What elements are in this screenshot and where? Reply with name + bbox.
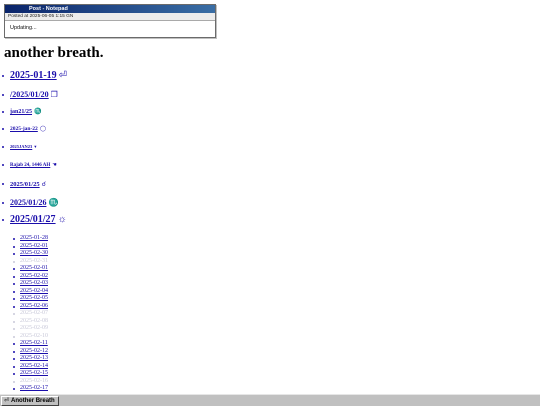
archive-link[interactable]: 2025-02-06 [20, 303, 48, 309]
post-item[interactable]: /2025/01/20 ❐ [2, 90, 58, 99]
archive-item[interactable]: 2025-02-15 [13, 370, 48, 378]
taskbar-button-label: Another Breath [11, 398, 55, 404]
archive-item[interactable]: 2025-02-07 [13, 310, 48, 318]
archive-item[interactable]: 2025-02-17 [13, 385, 48, 393]
notepad-window[interactable]: Post - Notepad Posted at 2025-06-05 1:15… [4, 4, 216, 38]
post-link[interactable]: 2025/01/27 [10, 214, 56, 225]
archive-item[interactable]: 2025-02-31 [13, 258, 48, 266]
archive-item[interactable]: 2025-02-13 [13, 355, 48, 363]
archive-item[interactable]: 2025-02-02 [13, 273, 48, 281]
archive-link[interactable]: 2025-02-01 [20, 243, 48, 249]
archive-item[interactable]: 2025-02-16 [13, 378, 48, 386]
return-icon: ⏎ [4, 398, 10, 404]
post-item[interactable]: 2025/01/25 ☌ [2, 180, 46, 188]
archive-link[interactable]: 2025-02-08 [20, 318, 48, 324]
post-item[interactable]: 2025-01-19 ⏎ [1, 70, 68, 81]
circle-icon: ◯ [39, 126, 46, 132]
post-link[interactable]: 2025-01-19 [10, 70, 57, 81]
post-link[interactable]: 2025/01/26 [10, 198, 46, 207]
archive-item[interactable]: 2025-02-06 [13, 303, 48, 311]
conjunction-icon: ☌ [41, 181, 46, 188]
archive-item[interactable]: 2025-02-08 [13, 318, 48, 326]
post-item[interactable]: 2025-jan-22 ◯ [2, 126, 46, 132]
archive-link[interactable]: 2025-02-13 [20, 355, 48, 361]
archive-link[interactable]: 2025-02-17 [20, 385, 48, 391]
archive-link[interactable]: 2025-02-11 [20, 340, 48, 346]
archive-link[interactable]: 2025-02-10 [20, 333, 48, 339]
archive-link[interactable]: 2025-01-28 [20, 235, 48, 241]
taskbar: ⏎ Another Breath [0, 394, 540, 406]
archive-link[interactable]: 2025-02-04 [20, 288, 48, 294]
archive-link[interactable]: 2025-02-07 [20, 310, 48, 316]
archive-item[interactable]: 2025-02-04 [13, 288, 48, 296]
archive-link[interactable]: 2025-02-31 [20, 258, 48, 264]
archive-link[interactable]: 2025-02-12 [20, 348, 48, 354]
archive-link[interactable]: 2025-02-03 [20, 280, 48, 286]
archive-link[interactable]: 2025-02-09 [20, 325, 48, 331]
return-icon: ⏎ [58, 70, 68, 81]
archive-link[interactable]: 2025-02-01 [20, 265, 48, 271]
archive-item[interactable]: 2025-02-01 [13, 265, 48, 273]
post-link[interactable]: 2025/01/25 [10, 181, 40, 188]
triangle-down-icon: ▾ [34, 144, 37, 149]
post-item[interactable]: jan21/25 ♏ [2, 108, 42, 115]
archive-item[interactable]: 2025-02-05 [13, 295, 48, 303]
post-link[interactable]: jan21/25 [10, 109, 32, 115]
archive-link[interactable]: 2025-02-16 [20, 378, 48, 384]
post-item[interactable]: 2025JAN23 ▾ [2, 144, 37, 150]
archive-item[interactable]: 2025-02-03 [13, 280, 48, 288]
archive-item[interactable]: 2025-02-10 [13, 333, 48, 341]
post-item[interactable]: 2025/01/26 ♏ [1, 198, 59, 207]
notepad-title-bar[interactable]: Post - Notepad [5, 5, 215, 13]
archive-item[interactable]: 2025-02-01 [13, 243, 48, 251]
post-item[interactable]: 2025/01/27 ☼ [2, 214, 67, 225]
post-link[interactable]: /2025/01/20 [10, 90, 49, 99]
archive-item[interactable]: 2025-02-14 [13, 363, 48, 371]
archive-link[interactable]: 2025-02-02 [20, 273, 48, 279]
archive-item[interactable]: 2025-02-30 [13, 250, 48, 258]
archive-link[interactable]: 2025-02-14 [20, 363, 48, 369]
hand-icon: ☚ [52, 163, 57, 168]
window-icon: ❐ [50, 90, 58, 99]
posted-at-bar: Posted at 2025-06-05 1:15 GN [5, 13, 215, 21]
archive-item[interactable]: 2025-02-09 [13, 325, 48, 333]
post-link[interactable]: Rajab 24, 1446 AH [10, 163, 50, 168]
scorpio-icon: ♏ [34, 109, 42, 115]
page-title: another breath. [4, 45, 104, 61]
archive-link[interactable]: 2025-02-15 [20, 370, 48, 376]
post-item[interactable]: Rajab 24, 1446 AH ☚ [2, 162, 57, 168]
archive-item[interactable]: 2025-02-11 [13, 340, 48, 348]
archive-item[interactable]: 2025-02-12 [13, 348, 48, 356]
post-link[interactable]: 2025JAN23 [10, 144, 32, 149]
archive-link[interactable]: 2025-02-05 [20, 295, 48, 301]
archive-item[interactable]: 2025-01-28 [13, 235, 48, 243]
sun-icon: ☼ [57, 214, 67, 225]
notepad-body-text: Updating... [10, 25, 37, 31]
post-link[interactable]: 2025-jan-22 [10, 126, 38, 132]
archive-link[interactable]: 2025-02-30 [20, 250, 48, 256]
scorpio-icon: ♏ [48, 198, 59, 207]
